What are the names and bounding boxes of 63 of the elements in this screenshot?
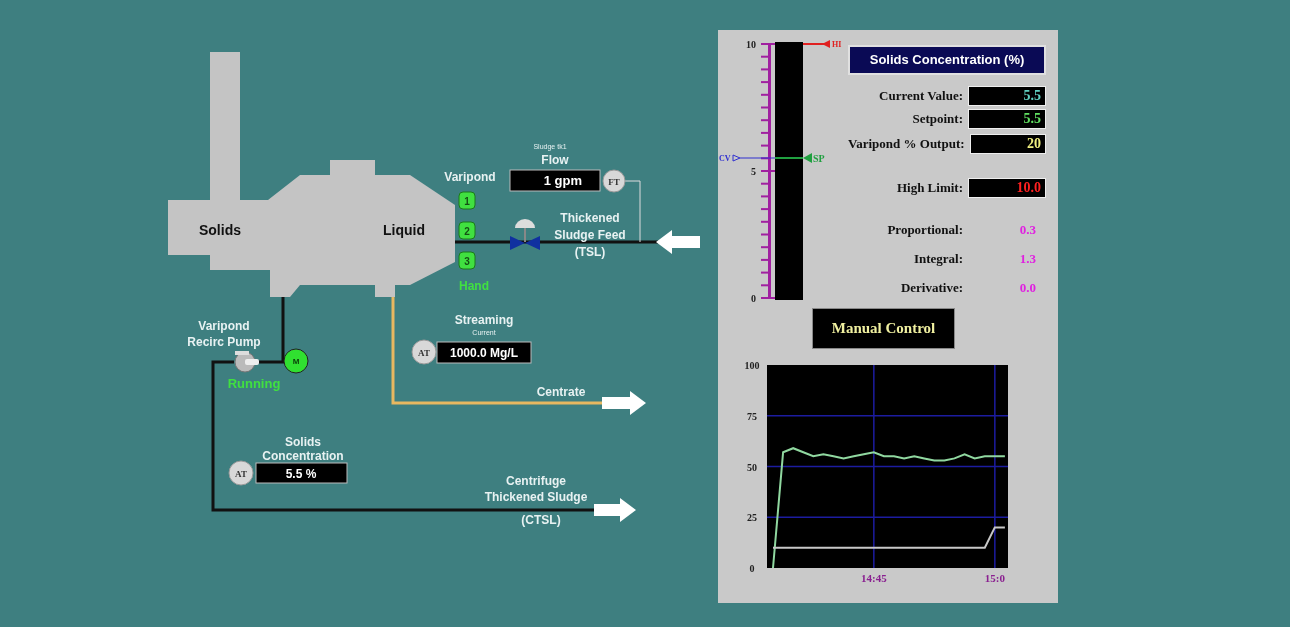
pump-label: Recirc Pump bbox=[187, 335, 261, 349]
readout-label: Current Value: bbox=[879, 87, 963, 106]
tuning-label: Integral: bbox=[913, 250, 963, 269]
transmitter-icon bbox=[602, 169, 626, 193]
pump-status: Running bbox=[227, 376, 281, 391]
solids-value: 5.5 % bbox=[285, 467, 317, 481]
panel-title: Solids Concentration (%) bbox=[848, 45, 1046, 75]
pump-icon[interactable] bbox=[234, 351, 259, 373]
axis-label: 50 bbox=[747, 461, 757, 473]
readout-value: 5.5 bbox=[1023, 111, 1041, 127]
solids-label: Solids bbox=[285, 435, 321, 449]
ctsl-label: Thickened Sludge bbox=[484, 490, 588, 504]
tuning-label: Proportional: bbox=[887, 221, 963, 240]
vessel-label: Solids bbox=[199, 222, 241, 238]
axis-label: 14:45 bbox=[861, 572, 887, 584]
tuning-value: 1.3 bbox=[1018, 250, 1037, 269]
analyzer-icon bbox=[411, 339, 437, 365]
solids-label: Concentration bbox=[262, 449, 344, 463]
feed-label: (TSL) bbox=[574, 245, 606, 259]
axis-label: 15:0 bbox=[984, 572, 1005, 584]
tick-label: 10 bbox=[746, 39, 756, 50]
flow-value: 1 gpm bbox=[543, 173, 582, 188]
analyzer-icon bbox=[228, 460, 254, 486]
ctsl-label: Centrifuge bbox=[506, 474, 566, 488]
transmitter-tag: FT bbox=[608, 177, 620, 187]
axis-label: 25 bbox=[747, 512, 757, 524]
analyzer-tag: AT bbox=[235, 469, 247, 479]
axis-label: 100 bbox=[744, 360, 760, 371]
axis-label: 75 bbox=[747, 410, 757, 422]
tick-label: 5 bbox=[751, 166, 756, 177]
arrow-icon bbox=[602, 391, 646, 415]
valve-icon[interactable] bbox=[510, 219, 540, 250]
readout-label: Setpoint: bbox=[912, 110, 963, 129]
readout-label: Varipond % Output: bbox=[848, 135, 965, 154]
valve-button[interactable]: 1 bbox=[458, 191, 476, 210]
readout-value: 5.5 bbox=[1023, 88, 1041, 104]
feed-label: Sludge Feed bbox=[554, 228, 626, 242]
centrate-label: Centrate bbox=[536, 385, 586, 399]
valve-button[interactable]: 2 bbox=[458, 221, 476, 240]
tuning-value: 0.0 bbox=[1018, 279, 1037, 298]
axis-label: 0 bbox=[749, 563, 755, 574]
pump-label: Varipond bbox=[198, 319, 250, 333]
tuning-value: 0.3 bbox=[1018, 221, 1037, 240]
tuning-label: Derivative: bbox=[900, 279, 963, 298]
readout-value: 20 bbox=[1027, 136, 1041, 152]
feed-label: Thickened bbox=[560, 211, 620, 225]
flow-label: Flow bbox=[541, 153, 569, 167]
ctsl-label: (CTSL) bbox=[521, 513, 561, 527]
manual-control-button[interactable]: Manual Control bbox=[812, 308, 955, 349]
readout-value: 10.0 bbox=[1016, 180, 1041, 196]
valve-button[interactable]: 3 bbox=[458, 251, 476, 270]
streaming-value: 1000.0 Mg/L bbox=[450, 346, 518, 360]
analyzer-tag: AT bbox=[418, 348, 430, 358]
varipond-label: Varipond bbox=[444, 170, 496, 184]
vessel-label: Liquid bbox=[383, 222, 425, 238]
mode-letter: M bbox=[292, 357, 300, 366]
signal-line bbox=[624, 180, 641, 243]
readout-label: High Limit: bbox=[896, 179, 963, 198]
streaming-label: Streaming bbox=[454, 313, 514, 327]
mode-label: Hand bbox=[459, 279, 489, 293]
tick-label: 0 bbox=[751, 293, 756, 304]
arrow-icon bbox=[656, 230, 700, 254]
arrow-icon bbox=[594, 498, 636, 522]
